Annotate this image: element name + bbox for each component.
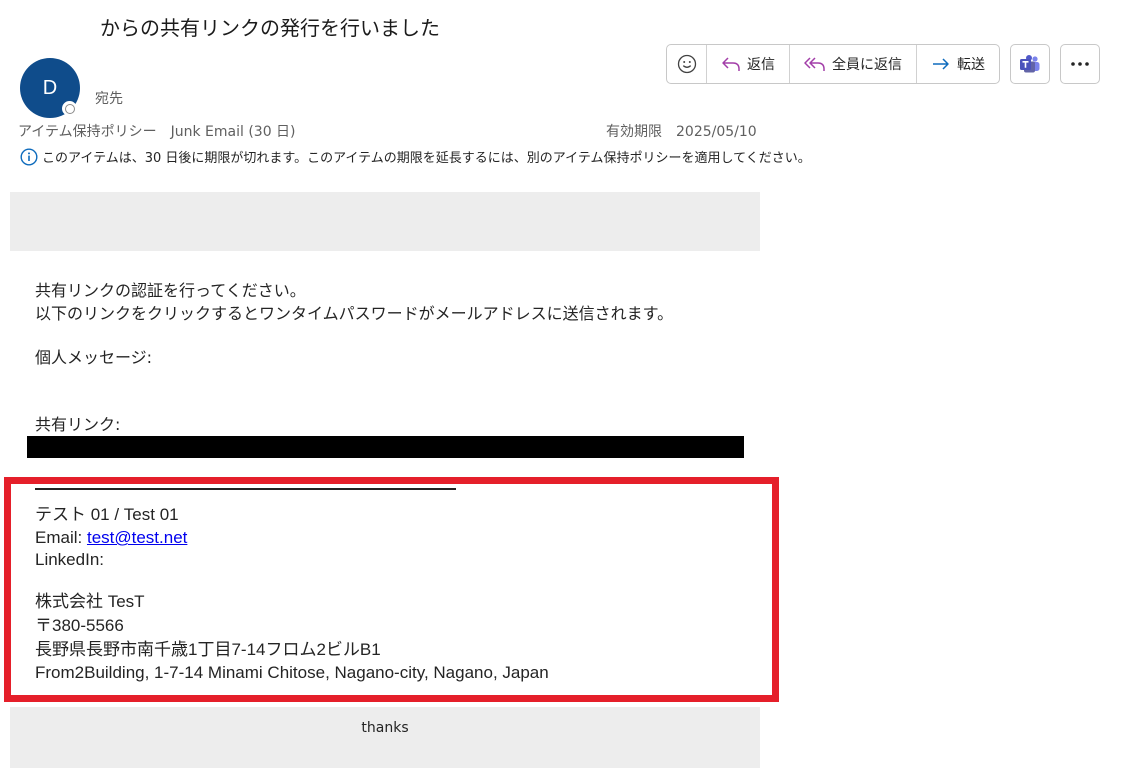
signature-postal: 〒380-5566 xyxy=(35,616,124,635)
teams-icon xyxy=(1020,55,1040,73)
header-banner xyxy=(10,192,760,251)
signature-linkedin: LinkedIn: xyxy=(35,550,104,569)
signature-address-ja: 長野県長野市南千歳1丁目7-14フロム2ビルB1 xyxy=(35,640,381,659)
email-subject: からの共有リンクの発行を行いました xyxy=(100,16,440,40)
reply-all-icon xyxy=(804,57,825,71)
body-line-1: 共有リンクの認証を行ってください。 xyxy=(35,281,306,300)
reply-all-button[interactable]: 全員に返信 xyxy=(790,45,917,83)
teams-button[interactable] xyxy=(1010,44,1050,84)
message-toolbar: 返信 全員に返信 転送 xyxy=(666,44,1100,84)
forward-button[interactable]: 転送 xyxy=(917,45,999,83)
avatar-letter: D xyxy=(42,76,58,99)
footer-thanks: thanks xyxy=(361,720,409,736)
reply-all-label: 全員に返信 xyxy=(832,57,902,73)
more-actions-button[interactable] xyxy=(1060,44,1100,84)
signature-address-en: From2Building, 1-7-14 Minami Chitose, Na… xyxy=(35,663,549,682)
body-line-2: 以下のリンクをクリックするとワンタイムパスワードがメールアドレスに送信されます。 xyxy=(35,304,674,323)
email-link[interactable]: test@test.net xyxy=(87,528,187,547)
to-label: 宛先 xyxy=(95,91,123,107)
more-icon xyxy=(1071,62,1089,66)
footer-banner xyxy=(10,707,760,768)
signature-email-row: Email: test@test.net xyxy=(35,526,187,549)
reply-icon xyxy=(722,57,740,71)
signature-name: テスト 01 / Test 01 xyxy=(35,505,179,524)
forward-icon xyxy=(933,58,949,70)
signature-company: 株式会社 TesT xyxy=(35,592,145,611)
reply-button-group: 返信 全員に返信 転送 xyxy=(666,44,1000,84)
redacted-link xyxy=(27,436,744,458)
reply-label: 返信 xyxy=(747,57,775,73)
retention-notice: このアイテムは、30 日後に期限が切れます。このアイテムの期限を延長するには、別… xyxy=(20,147,811,166)
reply-button[interactable]: 返信 xyxy=(707,45,790,83)
smiley-icon xyxy=(677,54,696,74)
retention-notice-text: このアイテムは、30 日後に期限が切れます。このアイテムの期限を延長するには、別… xyxy=(42,151,811,166)
email-label: Email: xyxy=(35,528,87,547)
retention-policy-label: アイテム保持ポリシー Junk Email (30 日) xyxy=(18,124,296,140)
shared-link-label: 共有リンク: xyxy=(35,415,121,434)
info-icon xyxy=(20,147,38,166)
personal-message-label: 個人メッセージ: xyxy=(35,348,153,367)
emoji-reaction-button[interactable] xyxy=(667,45,707,83)
signature-divider xyxy=(35,488,456,490)
expiry-date: 有効期限 2025/05/10 xyxy=(606,124,757,140)
presence-status-icon xyxy=(62,101,77,116)
forward-label: 転送 xyxy=(957,57,985,73)
